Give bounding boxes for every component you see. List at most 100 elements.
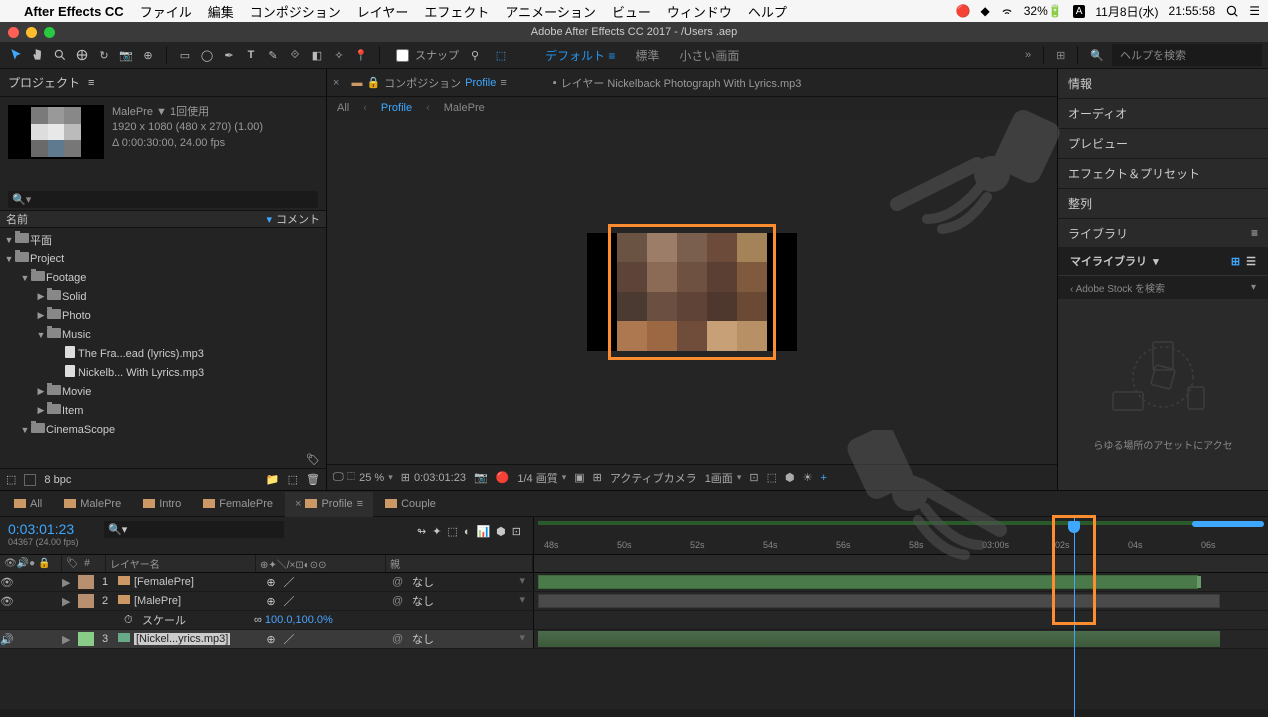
twirl-icon[interactable]: ▶: [62, 595, 74, 608]
quality-dropdown[interactable]: 1/4 画質 ▾: [517, 470, 566, 486]
layer-switch[interactable]: ⊕: [262, 595, 280, 608]
twirl-icon[interactable]: ▶: [62, 633, 74, 646]
timeline-current-timecode[interactable]: 0:03:01:23: [8, 521, 92, 537]
eraser-tool-icon[interactable]: ◧: [307, 45, 327, 65]
layer-switch[interactable]: ／: [280, 574, 298, 590]
library-list-view-icon[interactable]: ☰: [1246, 255, 1256, 268]
status-dropbox-icon[interactable]: ◆: [981, 4, 990, 18]
twirl-icon[interactable]: ▶: [36, 386, 46, 397]
project-bpc-toggle[interactable]: [24, 474, 36, 486]
timeline-layer-row[interactable]: 👁▶2[MalePre]⊕／@なし ▾: [0, 592, 1268, 611]
parent-dropdown[interactable]: なし ▾: [408, 631, 533, 647]
parent-dropdown[interactable]: なし ▾: [408, 593, 533, 609]
menu-edit[interactable]: 編集: [208, 2, 234, 21]
zoom-tool-icon[interactable]: [50, 45, 70, 65]
timeline-frame-blend-icon[interactable]: ⬚: [447, 525, 457, 538]
clone-tool-icon[interactable]: ⟐: [285, 45, 305, 65]
status-wifi-icon[interactable]: [1000, 4, 1014, 18]
snap-checkbox[interactable]: [396, 49, 409, 62]
visibility-toggle-icon[interactable]: 👁: [0, 576, 14, 589]
work-area-bar[interactable]: [538, 521, 1220, 525]
help-search-input[interactable]: ヘルプを検索: [1112, 44, 1262, 66]
timeline-tab[interactable]: MalePre: [54, 491, 131, 516]
layer-switch[interactable]: ／: [280, 631, 298, 647]
comp-tab-composition[interactable]: ▬ 🔒 コンポジション Profile ≡: [347, 75, 510, 91]
window-maximize-button[interactable]: [44, 27, 55, 38]
timeline-property-row[interactable]: ⏱スケール∞ 100.0,100.0%: [0, 611, 1268, 630]
layer-duration-bar[interactable]: [538, 575, 1198, 589]
show-channel-icon[interactable]: 🔴: [496, 471, 510, 484]
workspace-standard[interactable]: 標準: [635, 47, 659, 64]
layer-name[interactable]: [FemalePre]: [134, 576, 194, 588]
project-new-folder-icon[interactable]: 📁: [266, 473, 280, 486]
workspace-default[interactable]: デフォルト ≡: [545, 47, 615, 64]
menu-animation[interactable]: アニメーション: [505, 2, 595, 21]
timeline-motion-blur-icon[interactable]: ◐: [464, 526, 471, 538]
panel-effects-presets[interactable]: エフェクト＆プリセット: [1058, 159, 1268, 189]
project-tree-item[interactable]: ▶Movie: [0, 382, 326, 401]
project-tree-item[interactable]: ▼CinemaScope: [0, 420, 326, 439]
twirl-icon[interactable]: ▼: [4, 235, 14, 245]
project-panel-menu-icon[interactable]: ≡: [88, 77, 94, 89]
twirl-icon[interactable]: ▶: [62, 576, 74, 589]
crumb-malepre[interactable]: MalePre: [444, 102, 485, 114]
snapshot-icon[interactable]: 📷: [474, 471, 488, 484]
comp-tab-layer[interactable]: ▪レイヤー Nickelback Photograph With Lyrics.…: [549, 75, 806, 91]
timeline-tab[interactable]: All: [4, 491, 52, 516]
resolution-timecode[interactable]: ⊞ 0:03:01:23: [401, 471, 466, 484]
snap-bounds-icon[interactable]: ⬚: [491, 45, 511, 65]
property-value[interactable]: 100.0,100.0%: [265, 614, 333, 626]
crumb-all[interactable]: All: [337, 102, 349, 114]
add-icon[interactable]: +: [820, 472, 826, 484]
region-icon[interactable]: ▣: [574, 471, 584, 484]
timeline-graph-icon[interactable]: 📊: [476, 525, 490, 538]
timeline-tab[interactable]: Couple: [375, 491, 446, 516]
project-tree-item[interactable]: ▶Item: [0, 401, 326, 420]
project-tree-item[interactable]: Nickelb... With Lyrics.mp3: [0, 363, 326, 382]
app-name[interactable]: After Effects CC: [24, 4, 124, 19]
library-grid-view-icon[interactable]: ⊞: [1231, 255, 1240, 268]
parent-pickwhip-icon[interactable]: @: [392, 595, 408, 607]
parent-pickwhip-icon[interactable]: @: [392, 633, 408, 645]
camera-tool-icon[interactable]: 📷: [116, 45, 136, 65]
active-camera-dropdown[interactable]: アクティブカメラ: [610, 470, 697, 486]
roto-tool-icon[interactable]: ✧: [329, 45, 349, 65]
brush-tool-icon[interactable]: ✎: [263, 45, 283, 65]
layer-duration-bar[interactable]: [538, 594, 1220, 608]
stopwatch-icon[interactable]: ⏱: [124, 614, 138, 627]
column-layer-name[interactable]: レイヤー名: [106, 555, 256, 572]
composition-viewer[interactable]: [327, 119, 1057, 464]
timeline-fx-icon[interactable]: ✦: [432, 525, 441, 538]
timeline-navigator[interactable]: [1192, 521, 1264, 527]
mask-icon[interactable]: ⬚: [767, 471, 777, 484]
layer-name[interactable]: [Nickel...yrics.mp3]: [134, 633, 230, 645]
timeline-render-icon[interactable]: ⊡: [512, 525, 521, 538]
project-delete-icon[interactable]: 🗑: [306, 473, 320, 486]
visibility-toggle-icon[interactable]: 👁: [0, 595, 14, 608]
timeline-draft3d-icon[interactable]: ⬢: [496, 525, 506, 538]
layer-color-label[interactable]: [78, 575, 94, 589]
project-tree-item[interactable]: ▼Music: [0, 325, 326, 344]
twirl-icon[interactable]: ▼: [4, 254, 14, 264]
window-close-button[interactable]: [8, 27, 19, 38]
panel-preview[interactable]: プレビュー: [1058, 129, 1268, 159]
twirl-icon[interactable]: ▼: [20, 273, 30, 283]
comp-tab-menu-icon[interactable]: ≡: [500, 77, 506, 89]
lock-icon[interactable]: 🔒: [366, 76, 380, 89]
menu-file[interactable]: ファイル: [140, 2, 192, 21]
project-tree-item[interactable]: ▶Solid: [0, 287, 326, 306]
speaker-column-icon[interactable]: 🔊: [17, 558, 29, 569]
project-tree[interactable]: ▼平面▼Project▼Footage▶Solid▶Photo▼MusicThe…: [0, 228, 326, 451]
pan-behind-tool-icon[interactable]: ⊕: [138, 45, 158, 65]
menu-window[interactable]: ウィンドウ: [667, 2, 732, 21]
layer-name[interactable]: [MalePre]: [134, 595, 181, 607]
project-column-name[interactable]: 名前: [6, 211, 266, 227]
parent-pickwhip-icon[interactable]: @: [392, 576, 408, 588]
sort-indicator-icon[interactable]: ▾: [266, 213, 272, 226]
project-column-comment[interactable]: コメント: [276, 211, 320, 227]
magnification-dropdown[interactable]: 🖵 ⬚ 25 % ▾: [333, 471, 393, 484]
menu-view[interactable]: ビュー: [612, 2, 651, 21]
puppet-tool-icon[interactable]: 📍: [351, 45, 371, 65]
twirl-icon[interactable]: ▼: [20, 425, 30, 435]
menu-composition[interactable]: コンポジション: [250, 2, 341, 21]
